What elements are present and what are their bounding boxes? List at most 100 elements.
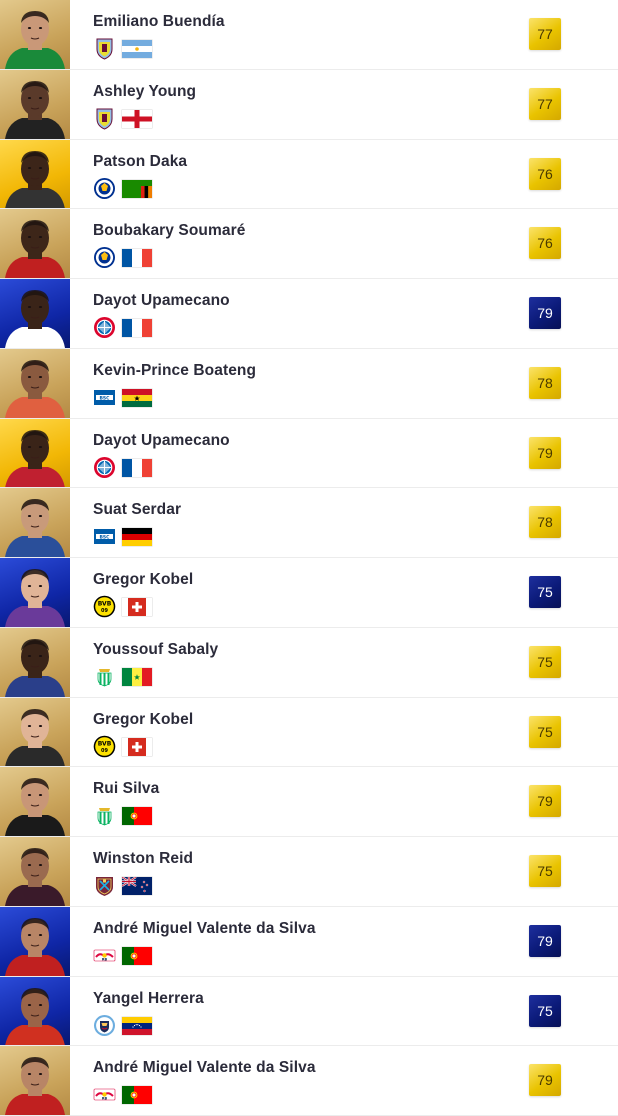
player-name[interactable]: Winston Reid: [93, 850, 193, 868]
borussia-dortmund-crest-icon: BVB 09: [93, 595, 116, 618]
new-zealand-flag-icon: [122, 877, 152, 895]
player-photo: [0, 1046, 70, 1115]
rating-badge: 79: [529, 297, 561, 329]
player-row[interactable]: Kevin-Prince Boateng BSC 78: [0, 348, 618, 419]
rb-leipzig-crest-icon: RB: [93, 1083, 116, 1106]
france-flag-icon: [122, 319, 152, 337]
svg-text:BVB: BVB: [98, 740, 112, 747]
rating-badge: 75: [529, 645, 561, 678]
player-photo: [0, 837, 70, 906]
player-name[interactable]: Dayot Upamecano: [93, 432, 230, 450]
player-row[interactable]: André Miguel Valente da Silva RB 79: [0, 1046, 618, 1116]
rating-badge: 78: [529, 366, 561, 399]
player-row[interactable]: Ashley Young 77: [0, 69, 618, 140]
zambia-flag-icon: [122, 179, 152, 198]
rating-badge: 79: [529, 785, 561, 818]
player-photo: [0, 139, 70, 209]
player-name[interactable]: André Miguel Valente da Silva: [93, 920, 316, 938]
player-row[interactable]: Suat Serdar BSC 78: [0, 488, 618, 558]
rating-badge: 77: [529, 18, 561, 50]
manchester-city-crest-icon: [93, 1014, 116, 1037]
player-photo: [0, 279, 70, 348]
player-photo: [0, 69, 70, 139]
bayern-munich-crest-icon: [93, 316, 116, 339]
rating-badge: 77: [529, 87, 561, 120]
ghana-flag-icon: [122, 388, 152, 407]
player-row[interactable]: Emiliano Buendía 77: [0, 0, 618, 70]
rating-badge: 79: [529, 436, 561, 469]
player-name[interactable]: André Miguel Valente da Silva: [93, 1059, 316, 1077]
hertha-berlin-crest-icon: BSC: [93, 525, 116, 548]
player-row[interactable]: André Miguel Valente da Silva RB 79: [0, 906, 618, 977]
rating-badge: 75: [529, 576, 561, 608]
player-photo: [0, 767, 70, 836]
player-row[interactable]: Winston Reid 75: [0, 837, 618, 907]
player-photo: [0, 627, 70, 697]
rating-badge: 76: [529, 227, 561, 260]
england-flag-icon: [122, 109, 152, 128]
player-row[interactable]: Youssouf Sabaly 75: [0, 627, 618, 698]
player-name[interactable]: Dayot Upamecano: [93, 292, 230, 310]
player-row[interactable]: Boubakary Soumaré 76: [0, 209, 618, 279]
player-name[interactable]: Patson Daka: [93, 153, 187, 171]
player-name[interactable]: Yangel Herrera: [93, 990, 204, 1008]
player-name[interactable]: Gregor Kobel: [93, 711, 193, 729]
player-name[interactable]: Emiliano Buendía: [93, 13, 225, 31]
germany-flag-icon: [122, 528, 152, 547]
svg-text:RB: RB: [102, 1097, 108, 1101]
rating-badge: 75: [529, 994, 561, 1027]
player-row[interactable]: Patson Daka 76: [0, 139, 618, 210]
rating-badge: 78: [529, 506, 561, 539]
player-photo: [0, 209, 70, 278]
player-name[interactable]: Suat Serdar: [93, 501, 181, 519]
borussia-dortmund-crest-icon: BVB 09: [93, 735, 116, 758]
player-name[interactable]: Gregor Kobel: [93, 571, 193, 589]
real-betis-crest-icon: [93, 804, 116, 827]
leicester-city-crest-icon: [93, 246, 116, 269]
player-list: Emiliano Buendía 77 Ashley Young 77 Patson D…: [0, 0, 618, 1116]
rating-badge: 75: [529, 715, 561, 748]
argentina-flag-icon: [122, 40, 152, 58]
bayern-munich-crest-icon: [93, 456, 116, 479]
france-flag-icon: [122, 458, 152, 477]
player-row[interactable]: Gregor Kobel BVB 09 75: [0, 697, 618, 768]
svg-text:BVB: BVB: [98, 601, 112, 608]
player-photo: [0, 418, 70, 488]
player-row[interactable]: Gregor Kobel BVB 09 75: [0, 558, 618, 628]
france-flag-icon: [122, 249, 152, 268]
portugal-flag-icon: [122, 807, 152, 826]
hertha-berlin-crest-icon: BSC: [93, 386, 116, 409]
west-ham-crest-icon: [93, 874, 116, 897]
senegal-flag-icon: [122, 667, 152, 686]
player-row[interactable]: Dayot Upamecano 79: [0, 418, 618, 489]
player-row[interactable]: Dayot Upamecano 79: [0, 279, 618, 349]
leicester-city-crest-icon: [93, 177, 116, 200]
venezuela-flag-icon: [122, 1016, 152, 1035]
aston-villa-crest-icon: [93, 107, 116, 130]
aston-villa-crest-icon: [93, 37, 116, 60]
player-row[interactable]: Rui Silva 79: [0, 767, 618, 837]
rating-badge: 75: [529, 855, 561, 887]
switzerland-flag-icon: [122, 737, 152, 756]
player-name[interactable]: Boubakary Soumaré: [93, 222, 245, 240]
player-name[interactable]: Kevin-Prince Boateng: [93, 362, 256, 380]
rating-badge: 79: [529, 1064, 561, 1097]
player-photo: [0, 906, 70, 976]
player-name[interactable]: Ashley Young: [93, 83, 196, 101]
player-photo: [0, 488, 70, 557]
portugal-flag-icon: [122, 946, 152, 965]
rating-badge: 79: [529, 924, 561, 957]
player-photo: [0, 0, 70, 69]
player-photo: [0, 558, 70, 627]
switzerland-flag-icon: [122, 598, 152, 616]
player-row[interactable]: Yangel Herrera 75: [0, 976, 618, 1047]
player-name[interactable]: Rui Silva: [93, 780, 159, 798]
svg-text:09: 09: [101, 748, 108, 754]
real-betis-crest-icon: [93, 665, 116, 688]
player-name[interactable]: Youssouf Sabaly: [93, 641, 218, 659]
rating-badge: 76: [529, 157, 561, 190]
player-photo: [0, 976, 70, 1046]
svg-text:09: 09: [101, 608, 108, 614]
svg-text:BSC: BSC: [100, 395, 111, 401]
svg-text:RB: RB: [102, 957, 108, 961]
